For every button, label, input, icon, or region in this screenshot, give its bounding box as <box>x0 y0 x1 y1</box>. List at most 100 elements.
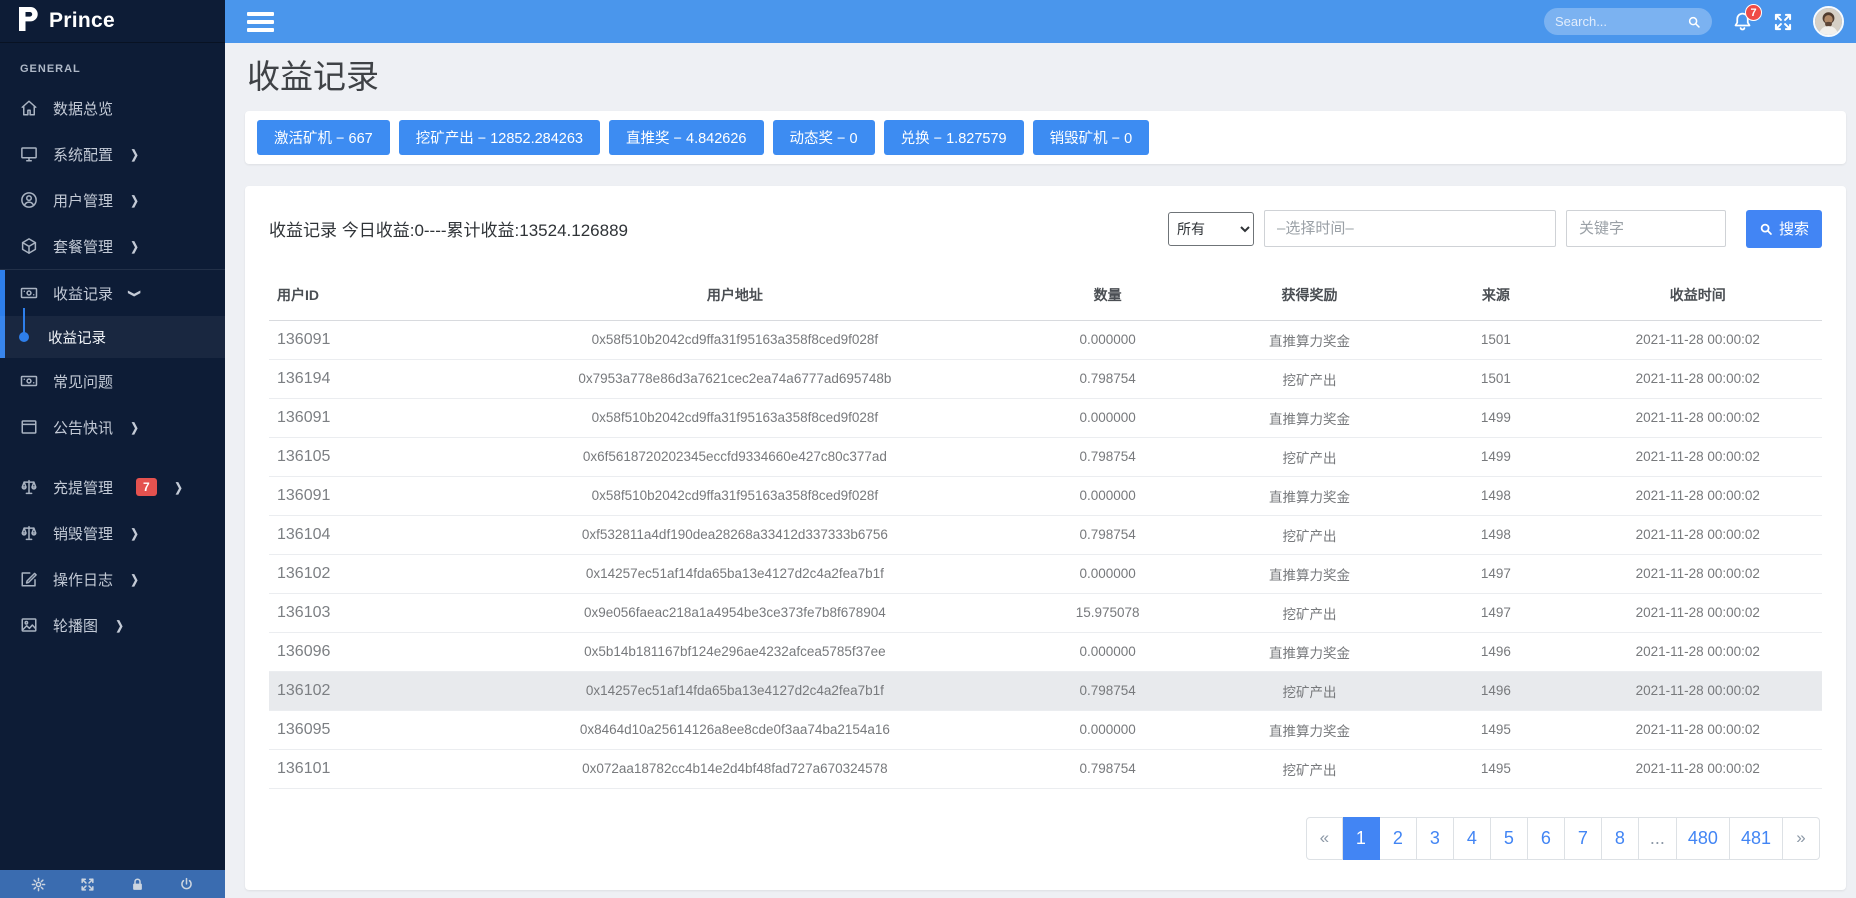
cell-address: 0x8464d10a25614126a8ee8cde0f3aa74ba2154a… <box>455 710 1014 749</box>
page-button-8[interactable]: 8 <box>1602 817 1639 860</box>
sidebar-item-system-config[interactable]: 系统配置 ❯ <box>0 131 225 177</box>
sidebar-item-label: 收益记录 <box>53 283 113 304</box>
date-range-input[interactable] <box>1264 210 1556 247</box>
expand-icon[interactable] <box>80 877 95 892</box>
fullscreen-icon[interactable] <box>1773 12 1793 32</box>
table-row: 1361940x7953a778e86d3a7621cec2ea74a6777a… <box>269 359 1822 398</box>
pagination-next-button[interactable]: » <box>1783 817 1820 860</box>
avatar[interactable] <box>1813 6 1844 37</box>
app-window: Prince GENERAL 数据总览 系统配置 ❯ 用户管理 ❯ 套餐管理 <box>0 0 1856 898</box>
cell-amount: 0.000000 <box>1014 476 1200 515</box>
notifications-button[interactable]: 7 <box>1732 11 1753 32</box>
sidebar-group-earnings: 收益记录 ❯ 收益记录 <box>0 269 225 358</box>
cell-reward: 挖矿产出 <box>1201 593 1418 632</box>
search-button[interactable]: 搜索 <box>1746 210 1822 248</box>
cell-reward: 直推算力奖金 <box>1201 320 1418 359</box>
sidebar-item-dashboard[interactable]: 数据总览 <box>0 85 225 131</box>
cell-source: 1497 <box>1418 554 1573 593</box>
cell-time: 2021-11-28 00:00:02 <box>1574 515 1823 554</box>
sidebar-item-user-management[interactable]: 用户管理 ❯ <box>0 177 225 223</box>
cell-address: 0x58f510b2042cd9ffa31f95163a358f8ced9f02… <box>455 320 1014 359</box>
sidebar-item-label: 系统配置 <box>53 144 113 165</box>
cell-time: 2021-11-28 00:00:02 <box>1574 671 1823 710</box>
stat-button-2[interactable]: 直推奖 − 4.842626 <box>609 120 764 155</box>
cell-id: 136091 <box>269 320 455 359</box>
cell-address: 0x5b14b181167bf124e296ae4232afcea5785f37… <box>455 632 1014 671</box>
search-input[interactable] <box>1555 14 1687 29</box>
lock-icon[interactable] <box>130 877 145 892</box>
sidebar: Prince GENERAL 数据总览 系统配置 ❯ 用户管理 ❯ 套餐管理 <box>0 0 225 898</box>
page-button-5[interactable]: 5 <box>1491 817 1528 860</box>
sidebar-item-faq[interactable]: 常见问题 <box>0 358 225 404</box>
search-icon[interactable] <box>1687 15 1701 29</box>
cell-id: 136091 <box>269 398 455 437</box>
page-button-1[interactable]: 1 <box>1343 817 1380 860</box>
cell-id: 136102 <box>269 671 455 710</box>
cell-amount: 0.000000 <box>1014 320 1200 359</box>
page-title: 收益记录 <box>247 57 1846 97</box>
column-header: 用户地址 <box>455 272 1014 321</box>
cell-reward: 直推算力奖金 <box>1201 710 1418 749</box>
sidebar-item-package-management[interactable]: 套餐管理 ❯ <box>0 223 225 269</box>
cell-address: 0x6f5618720202345eccfd9334660e427c80c377… <box>455 437 1014 476</box>
sidebar-item-carousel[interactable]: 轮播图 ❯ <box>0 602 225 648</box>
page-button-4[interactable]: 4 <box>1454 817 1491 860</box>
scale-icon <box>20 524 38 542</box>
cell-source: 1495 <box>1418 710 1573 749</box>
page-button-3[interactable]: 3 <box>1417 817 1454 860</box>
edit-icon <box>20 570 38 588</box>
power-icon[interactable] <box>179 877 194 892</box>
cell-time: 2021-11-28 00:00:02 <box>1574 749 1823 788</box>
keyword-input[interactable] <box>1566 210 1726 247</box>
cell-id: 136091 <box>269 476 455 515</box>
gear-icon[interactable] <box>31 877 46 892</box>
cell-time: 2021-11-28 00:00:02 <box>1574 476 1823 515</box>
menu-icon[interactable] <box>247 8 274 36</box>
sidebar-item-label: 公告快讯 <box>53 417 113 438</box>
sidebar-item-announcements[interactable]: 公告快讯 ❯ <box>0 404 225 450</box>
chevron-right-icon: ❯ <box>130 526 138 540</box>
cell-address: 0x14257ec51af14fda65ba13e4127d2c4a2fea7b… <box>455 671 1014 710</box>
brand-logo[interactable]: Prince <box>0 0 225 43</box>
sidebar-subitem-earnings-records[interactable]: 收益记录 <box>0 316 225 358</box>
pagination: «12345678...480481» <box>269 817 1820 860</box>
main-area: 7 收益记录 激活矿机 − 667 挖矿产出 − 12852.284263 直推奖 … <box>225 0 1856 898</box>
image-icon <box>20 616 38 634</box>
table-row: 1360910x58f510b2042cd9ffa31f95163a358f8c… <box>269 476 1822 515</box>
column-header: 用户ID <box>269 272 455 321</box>
sidebar-item-destroy-management[interactable]: 销毁管理 ❯ <box>0 510 225 556</box>
sidebar-item-deposit-withdraw[interactable]: 充提管理 7 ❯ <box>0 464 225 510</box>
stat-button-4[interactable]: 兑换 − 1.827579 <box>884 120 1024 155</box>
cell-id: 136104 <box>269 515 455 554</box>
stat-button-1[interactable]: 挖矿产出 − 12852.284263 <box>399 120 600 155</box>
page-button-2[interactable]: 2 <box>1380 817 1417 860</box>
earnings-table-body: 1360910x58f510b2042cd9ffa31f95163a358f8c… <box>269 320 1822 788</box>
type-select[interactable]: 所有 <box>1168 212 1254 246</box>
search-button-label: 搜索 <box>1779 218 1809 239</box>
earnings-table: 用户ID用户地址数量获得奖励来源收益时间 1360910x58f510b2042… <box>269 272 1822 789</box>
stat-button-0[interactable]: 激活矿机 − 667 <box>257 120 390 155</box>
cell-amount: 0.798754 <box>1014 359 1200 398</box>
search-icon <box>1759 222 1773 236</box>
cell-reward: 挖矿产出 <box>1201 671 1418 710</box>
cell-address: 0x9e056faeac218a1a4954be3ce373fe7b8f6789… <box>455 593 1014 632</box>
stat-button-3[interactable]: 动态奖 − 0 <box>773 120 875 155</box>
stat-button-5[interactable]: 销毁矿机 − 0 <box>1033 120 1150 155</box>
cell-amount: 0.798754 <box>1014 515 1200 554</box>
cell-address: 0x072aa18782cc4b14e2d4bf48fad727a6703245… <box>455 749 1014 788</box>
sidebar-item-operation-logs[interactable]: 操作日志 ❯ <box>0 556 225 602</box>
chevron-down-icon: ❯ <box>127 289 141 297</box>
page-button-7[interactable]: 7 <box>1565 817 1602 860</box>
chevron-right-icon: ❯ <box>130 193 138 207</box>
notification-count-badge: 7 <box>1745 4 1762 21</box>
topbar-search[interactable] <box>1544 8 1712 35</box>
page-button-6[interactable]: 6 <box>1528 817 1565 860</box>
sidebar-item-earnings-records[interactable]: 收益记录 ❯ <box>0 270 225 316</box>
table-row: 1361010x072aa18782cc4b14e2d4bf48fad727a6… <box>269 749 1822 788</box>
cell-source: 1501 <box>1418 359 1573 398</box>
pagination-prev-button[interactable]: « <box>1306 817 1343 860</box>
cell-id: 136194 <box>269 359 455 398</box>
cell-source: 1499 <box>1418 398 1573 437</box>
page-button-480[interactable]: 480 <box>1677 817 1730 860</box>
page-button-481[interactable]: 481 <box>1730 817 1783 860</box>
